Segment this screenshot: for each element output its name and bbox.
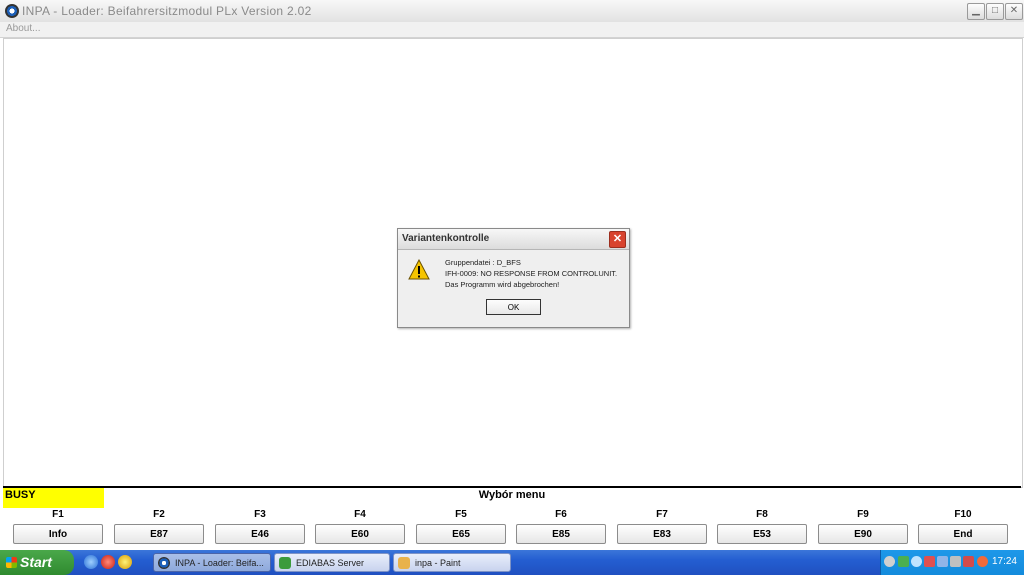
- fkey-label-f9: F9: [857, 509, 869, 520]
- paint-icon: [398, 557, 410, 569]
- fkey-label-f3: F3: [254, 509, 266, 520]
- tray-network-icon[interactable]: [911, 556, 922, 567]
- variantenkontrolle-dialog: Variantenkontrolle ✕ Gruppendatei : D_BF…: [397, 228, 630, 328]
- dialog-title: Variantenkontrolle: [402, 233, 490, 244]
- maximize-icon: □: [991, 5, 999, 16]
- menu-bar: About...: [0, 22, 1024, 38]
- f7-e83-button[interactable]: E83: [617, 524, 707, 544]
- dialog-line-error: IFH-0009: NO RESPONSE FROM CONTROLUNIT.: [445, 269, 618, 278]
- fkey-label-f1: F1: [52, 509, 64, 520]
- quicklaunch-opera-icon[interactable]: [101, 555, 115, 569]
- f6-e85-button[interactable]: E85: [516, 524, 606, 544]
- f5-e65-button[interactable]: E65: [416, 524, 506, 544]
- fkey-label-f4: F4: [354, 509, 366, 520]
- fkey-label-f10: F10: [954, 509, 972, 520]
- f9-e90-button[interactable]: E90: [818, 524, 908, 544]
- taskbar-button-paint[interactable]: inpa - Paint: [393, 553, 511, 572]
- f2-e87-button[interactable]: E87: [114, 524, 204, 544]
- tray-app-icon[interactable]: [898, 556, 909, 567]
- taskbar-button-label: EDIABAS Server: [296, 558, 365, 568]
- dialog-line-abort: Das Programm wird abgebrochen!: [445, 280, 560, 289]
- tray-connection-icon[interactable]: [937, 556, 948, 567]
- menu-about[interactable]: About...: [6, 23, 40, 34]
- fkey-label-f2: F2: [153, 509, 165, 520]
- ok-button[interactable]: OK: [486, 299, 541, 315]
- close-icon: ✕: [612, 233, 623, 245]
- taskbar-button-inpa[interactable]: INPA - Loader: Beifa...: [153, 553, 271, 572]
- f10-end-button[interactable]: End: [918, 524, 1008, 544]
- fkey-label-f8: F8: [756, 509, 768, 520]
- f3-e46-button[interactable]: E46: [215, 524, 305, 544]
- maximize-button[interactable]: □: [986, 3, 1004, 20]
- window-title: INPA - Loader: Beifahrersitzmodul PLx Ve…: [22, 4, 312, 18]
- start-label: Start: [20, 554, 52, 570]
- fkey-label-f6: F6: [555, 509, 567, 520]
- taskbar: Start INPA - Loader: Beifa... EDIABAS Se…: [0, 550, 1024, 575]
- tray-collapse-icon[interactable]: [884, 556, 895, 567]
- taskbar-button-label: inpa - Paint: [415, 558, 461, 568]
- fkey-label-f7: F7: [656, 509, 668, 520]
- dialog-close-button[interactable]: ✕: [609, 231, 626, 248]
- function-key-panel: BUSY Wybór menu F1 F2 F3 F4 F5 F6 F7 F8 …: [3, 486, 1021, 550]
- title-bar[interactable]: INPA - Loader: Beifahrersitzmodul PLx Ve…: [0, 0, 1024, 23]
- close-button[interactable]: ✕: [1005, 3, 1023, 20]
- tray-speaker-icon[interactable]: [963, 556, 974, 567]
- close-icon: ✕: [1009, 5, 1019, 16]
- dialog-title-bar[interactable]: Variantenkontrolle ✕: [398, 229, 629, 250]
- quicklaunch-media-icon[interactable]: [118, 555, 132, 569]
- minimize-button[interactable]: ▁: [967, 3, 985, 20]
- ediabas-server-icon: [279, 557, 291, 569]
- tray-device-icon[interactable]: [950, 556, 961, 567]
- fkey-label-f5: F5: [455, 509, 467, 520]
- f1-info-button[interactable]: Info: [13, 524, 103, 544]
- system-tray: 17:24: [880, 550, 1024, 575]
- start-button[interactable]: Start: [0, 550, 74, 575]
- taskbar-button-label: INPA - Loader: Beifa...: [175, 558, 264, 568]
- taskbar-clock: 17:24: [991, 556, 1017, 567]
- bmw-logo-icon: [5, 4, 19, 18]
- tray-security-icon[interactable]: [924, 556, 935, 567]
- bmw-logo-icon: [158, 557, 170, 569]
- quicklaunch-browser-icon[interactable]: [84, 555, 98, 569]
- minimize-icon: ▁: [972, 5, 980, 16]
- dialog-line-group-file: Gruppendatei : D_BFS: [445, 258, 521, 267]
- taskbar-button-ediabas[interactable]: EDIABAS Server: [274, 553, 390, 572]
- inpa-window: INPA - Loader: Beifahrersitzmodul PLx Ve…: [0, 0, 1024, 550]
- tray-alert-icon[interactable]: [977, 556, 988, 567]
- windows-logo-icon: [6, 557, 17, 568]
- f8-e53-button[interactable]: E53: [717, 524, 807, 544]
- menu-title: Wybór menu: [478, 489, 546, 501]
- f4-e60-button[interactable]: E60: [315, 524, 405, 544]
- warning-icon: [408, 259, 430, 280]
